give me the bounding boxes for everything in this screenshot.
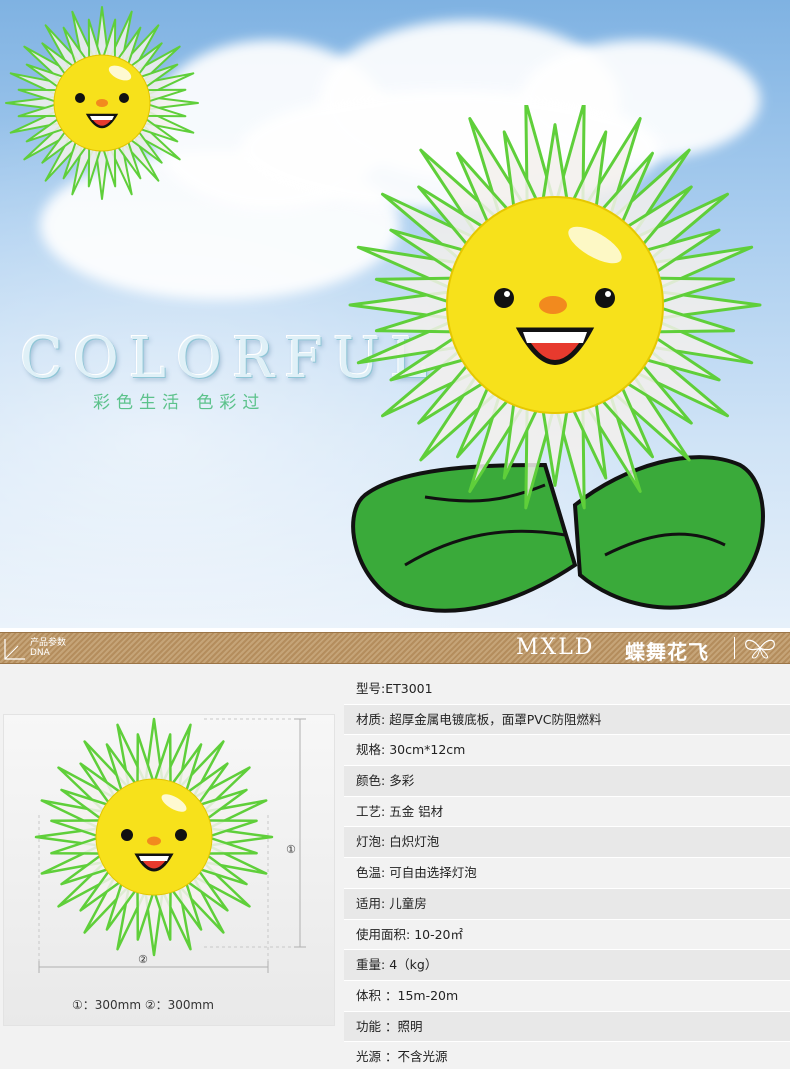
spec-label: 颜色:	[356, 773, 386, 789]
spec-value: 多彩	[385, 773, 415, 789]
brand-name-zh: 蝶舞花飞	[625, 640, 709, 664]
right-leaf	[572, 455, 765, 610]
spec-row: 灯泡: 白炽灯泡	[344, 827, 790, 859]
spec-label: 工艺:	[356, 803, 386, 819]
spec-value: 30cm*12cm	[385, 742, 466, 758]
spec-value: 4（kg）	[385, 957, 438, 973]
product-dimension-figure: ① ②	[3, 714, 335, 1026]
spec-value: ：不含光源	[381, 1049, 448, 1065]
spec-row: 规格: 30cm*12cm	[344, 735, 790, 767]
spec-value: 超厚金属电镀底板，面罩PVC防阻燃料	[385, 711, 602, 727]
spec-table: 型号:ET3001 材质: 超厚金属电镀底板，面罩PVC防阻燃料 规格: 30cm*…	[344, 674, 790, 1073]
spec-value: 儿童房	[385, 895, 427, 911]
spec-row: 使用面积: 10-20㎡	[344, 920, 790, 951]
brand-divider	[734, 637, 735, 659]
spec-label: 功能	[356, 1018, 382, 1034]
spec-row: 适用: 儿童房	[344, 888, 790, 920]
spec-row: 颜色: 多彩	[344, 766, 790, 797]
spec-row: 体积 ：15m-20m	[344, 981, 790, 1012]
spec-label: 色温:	[356, 865, 386, 881]
spec-label: 重量:	[356, 957, 386, 973]
spec-value: ET3001	[385, 681, 433, 696]
spec-row: 光源 ：不含光源	[344, 1042, 790, 1073]
spec-value: 可自由选择灯泡	[385, 865, 477, 881]
brand-bar: 产品参数 DNA MXLD 蝶舞花飞	[0, 632, 790, 664]
spec-label: 光源	[356, 1049, 382, 1065]
brand-name-en: MXLD	[516, 635, 595, 660]
spec-label: 体积	[356, 987, 382, 1003]
spec-label: 使用面积:	[356, 926, 411, 942]
spec-label: 型号:	[356, 681, 386, 696]
spec-row: 工艺: 五金 铝材	[344, 797, 790, 828]
corner-bracket-icon	[4, 639, 25, 660]
spec-label: 灯泡:	[356, 834, 386, 850]
hero-slogan: 彩色生活 色彩过	[93, 393, 266, 413]
section-title-zh: 产品参数	[30, 638, 67, 648]
large-sunflower-image	[348, 105, 765, 613]
spec-value: 10-20㎡	[410, 926, 464, 942]
spec-value: 白炽灯泡	[385, 834, 440, 850]
spec-row: 材质: 超厚金属电镀底板，面罩PVC防阻燃料	[344, 704, 790, 736]
dimension-values: ①：300mm ②：300mm	[72, 998, 214, 1012]
spec-label: 规格:	[356, 742, 386, 758]
dimension-marker-height: ①	[286, 843, 296, 856]
spec-row: 色温: 可自由选择灯泡	[344, 858, 790, 889]
spec-label: 适用:	[356, 895, 386, 911]
spec-value: 五金 铝材	[385, 803, 444, 819]
spec-value: ：15m-20m	[381, 987, 459, 1003]
section-title-en: DNA	[30, 648, 50, 658]
dimension-marker-width: ②	[138, 953, 148, 966]
spec-value: ：照明	[381, 1018, 423, 1034]
butterfly-logo-icon	[745, 639, 775, 659]
spec-label: 材质:	[356, 711, 386, 727]
product-spec-panel: ① ② ①：300mm ②：300mm 型号:ET3001 材质: 超厚金属电镀底…	[0, 664, 790, 1073]
spec-row: 功能 ：照明	[344, 1011, 790, 1043]
hero-banner: COLORFUL 彩色生活 色彩过	[0, 0, 790, 628]
small-sunflower-image	[5, 6, 199, 200]
spec-row: 重量: 4（kg）	[344, 950, 790, 981]
spec-row: 型号:ET3001	[344, 674, 790, 705]
